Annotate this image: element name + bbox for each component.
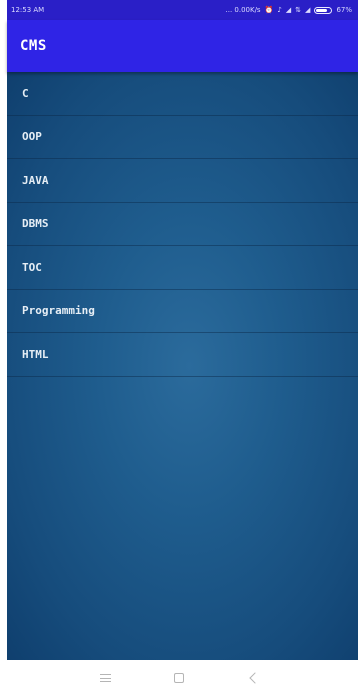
network-speed: ... 0.00K/s (225, 6, 261, 14)
home-icon (174, 673, 184, 683)
status-bar: 12:53 AM ... 0.00K/s ⏰ ♪ ◢ ⇅ ◢ 67% (7, 0, 358, 20)
back-button[interactable] (216, 663, 290, 693)
topic-list: C OOP JAVA DBMS TOC Programming HTML (7, 72, 358, 377)
system-nav-bar (0, 660, 358, 696)
topic-item-toc[interactable]: TOC (7, 246, 358, 290)
status-indicators: ... 0.00K/s ⏰ ♪ ◢ ⇅ ◢ 67% (226, 6, 353, 14)
battery-icon (314, 6, 333, 14)
app-bar: CMS (7, 20, 358, 72)
topic-label: HTML (22, 347, 49, 361)
app-screen: 12:53 AM ... 0.00K/s ⏰ ♪ ◢ ⇅ ◢ 67% CMS C… (0, 0, 358, 696)
topic-label: JAVA (22, 173, 49, 187)
topic-label: OOP (22, 130, 42, 144)
back-icon (249, 672, 261, 684)
signal-icon: ◢ (285, 5, 292, 14)
topic-item-oop[interactable]: OOP (7, 116, 358, 159)
menu-icon (99, 674, 111, 682)
topic-item-html[interactable]: HTML (7, 333, 358, 377)
signal-icon: ◢ (305, 5, 311, 14)
topic-label: TOC (22, 260, 42, 274)
app-title: CMS (20, 38, 47, 54)
topic-item-java[interactable]: JAVA (7, 159, 358, 203)
volume-icon: ♪ (277, 5, 282, 14)
menu-button[interactable] (68, 663, 142, 693)
battery-percent: 67% (336, 6, 352, 14)
topic-label: C (22, 86, 29, 100)
home-button[interactable] (142, 663, 216, 693)
topic-label: Programming (22, 304, 95, 318)
status-time: 12:53 AM (11, 6, 45, 14)
topic-item-programming[interactable]: Programming (7, 290, 358, 333)
wifi-icon: ⇅ (295, 5, 302, 14)
alarm-icon: ⏰ (264, 5, 274, 14)
topic-item-dbms[interactable]: DBMS (7, 203, 358, 246)
topic-label: DBMS (22, 217, 49, 231)
topic-list-container[interactable]: C OOP JAVA DBMS TOC Programming HTML (7, 72, 358, 660)
topic-item-c[interactable]: C (7, 72, 358, 116)
